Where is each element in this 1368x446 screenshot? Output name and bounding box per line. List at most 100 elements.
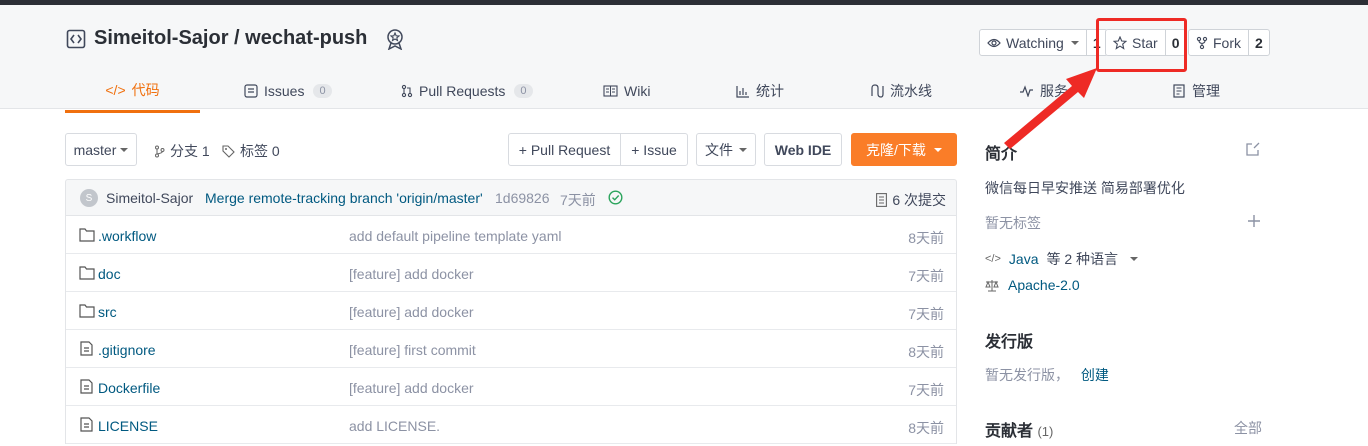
file-icon	[80, 417, 93, 432]
new-issue-button[interactable]: + Issue	[620, 133, 688, 166]
tags-link[interactable]: 标签 0	[222, 141, 280, 161]
watch-button[interactable]: Watching	[980, 30, 1087, 55]
fork-button-group: Fork 2	[1188, 29, 1270, 56]
avatar[interactable]: S	[80, 189, 98, 207]
repo-tabs: </> 代码 Issues 0 Pull Requests 0 Wiki 统计 …	[65, 69, 1365, 113]
chevron-down-icon	[1130, 257, 1139, 261]
tab-label: 管理	[1192, 83, 1220, 99]
file-name[interactable]: src	[98, 304, 117, 320]
tab-code[interactable]: </> 代码	[65, 69, 200, 113]
file-time: 7天前	[908, 382, 944, 398]
list-item[interactable]: .workflow add default pipeline template …	[66, 216, 956, 254]
manage-icon	[1173, 84, 1185, 98]
file-menu-button[interactable]: 文件	[696, 133, 756, 166]
file-name[interactable]: .workflow	[98, 228, 156, 244]
file-time: 7天前	[908, 268, 944, 284]
tab-stats[interactable]: 统计	[736, 69, 784, 113]
fork-button[interactable]: Fork	[1189, 30, 1249, 55]
tab-label: Pull Requests	[419, 83, 506, 99]
file-time: 8天前	[908, 344, 944, 360]
commit-author[interactable]: Simeitol-Sajor	[106, 190, 193, 206]
file-commit-message[interactable]: [feature] first commit	[349, 342, 476, 358]
license-row[interactable]: Apache-2.0	[985, 277, 1080, 293]
repo-title-block: Simeitol-Sajor / wechat-push	[66, 27, 405, 50]
file-time: 8天前	[908, 230, 944, 246]
all-contributors-link[interactable]: 全部	[1234, 418, 1262, 438]
tab-label: 服务	[1040, 83, 1068, 99]
file-icon	[80, 379, 93, 394]
repo-description: 微信每日早安推送 简易部署优化	[985, 180, 1185, 196]
tab-issues[interactable]: Issues 0	[244, 69, 332, 113]
stats-icon	[736, 85, 749, 98]
file-name[interactable]: .gitignore	[98, 342, 156, 358]
file-commit-message[interactable]: add LICENSE.	[349, 418, 440, 434]
tab-manage[interactable]: 管理	[1173, 69, 1220, 113]
tab-pipeline[interactable]: 流水线	[870, 69, 932, 113]
file-commit-message[interactable]: add default pipeline template yaml	[349, 228, 561, 244]
language-name: Java	[1008, 251, 1039, 267]
check-circle-icon[interactable]	[608, 190, 623, 205]
file-commit-message[interactable]: [feature] add docker	[349, 380, 474, 396]
tab-label: Wiki	[624, 83, 651, 99]
create-release-link[interactable]: 创建	[1081, 367, 1109, 383]
file-time: 7天前	[908, 306, 944, 322]
list-item[interactable]: src [feature] add docker 7天前	[66, 292, 956, 330]
file-time: 8天前	[908, 420, 944, 436]
license-name: Apache-2.0	[1008, 277, 1080, 293]
list-item[interactable]: LICENSE add LICENSE. 8天前	[66, 406, 956, 444]
add-tag-icon[interactable]	[1247, 214, 1261, 228]
tab-label: Issues	[264, 83, 305, 99]
branch-select-value: master	[73, 141, 117, 158]
contributors-title: 贡献者	[985, 423, 1034, 440]
tab-wiki[interactable]: Wiki	[603, 69, 650, 113]
commit-count-link[interactable]: 6 次提交	[876, 190, 946, 210]
tags-count: 标签 0	[240, 143, 280, 159]
list-item[interactable]: Dockerfile [feature] add docker 7天前	[66, 368, 956, 406]
folder-icon	[79, 304, 95, 318]
fork-count[interactable]: 2	[1249, 30, 1269, 55]
fork-label: Fork	[1213, 34, 1241, 51]
tab-label: 流水线	[890, 83, 932, 99]
file-commit-message[interactable]: [feature] add docker	[349, 304, 474, 320]
branch-select[interactable]: master	[65, 133, 137, 166]
branches-link[interactable]: 分支 1	[154, 141, 210, 161]
new-pull-request-button[interactable]: + Pull Request	[508, 133, 621, 166]
edit-icon[interactable]	[1245, 141, 1261, 157]
language-row[interactable]: </> Java 等 2 种语言	[985, 249, 1139, 269]
service-icon	[1020, 85, 1033, 97]
folder-icon	[79, 228, 95, 242]
pull-request-icon	[401, 84, 413, 98]
wiki-icon	[603, 85, 618, 97]
clone-download-button[interactable]: 克隆/下载	[851, 133, 957, 166]
list-item[interactable]: doc [feature] add docker 7天前	[66, 254, 956, 292]
code-icon: </>	[105, 81, 126, 98]
watch-button-group: Watching 1	[979, 29, 1108, 56]
no-tags-text: 暂无标签	[985, 215, 1041, 231]
commit-sha[interactable]: 1d69826	[495, 190, 550, 206]
file-commit-message[interactable]: [feature] add docker	[349, 266, 474, 282]
file-name[interactable]: doc	[98, 266, 121, 282]
recommend-badge-icon[interactable]	[385, 28, 405, 50]
tab-pull-requests[interactable]: Pull Requests 0	[401, 69, 533, 113]
new-pull-request-label: + Pull Request	[518, 141, 611, 158]
web-ide-button[interactable]: Web IDE	[764, 133, 842, 166]
chevron-down-icon	[933, 147, 942, 152]
list-item[interactable]: .gitignore [feature] first commit 8天前	[66, 330, 956, 368]
commit-message[interactable]: Merge remote-tracking branch 'origin/mas…	[205, 190, 483, 206]
intro-heading: 简介	[985, 146, 1018, 163]
tab-label: 统计	[756, 83, 784, 99]
issues-icon	[244, 84, 258, 98]
file-list: .workflow add default pipeline template …	[65, 216, 957, 444]
branch-icon	[155, 145, 165, 157]
file-name[interactable]: LICENSE	[98, 418, 158, 434]
pipeline-icon	[871, 84, 884, 98]
tab-service[interactable]: 服务	[1019, 69, 1068, 113]
repo-name[interactable]: Simeitol-Sajor / wechat-push	[94, 27, 367, 50]
commit-time: 7天前	[560, 192, 596, 208]
language-suffix: 等 2 种语言	[1046, 251, 1119, 267]
contributors-heading: 贡献者 (1)	[985, 417, 1053, 441]
watch-label: Watching	[1006, 34, 1064, 51]
contributors-count: (1)	[1037, 424, 1054, 439]
file-icon	[80, 341, 93, 356]
file-name[interactable]: Dockerfile	[98, 380, 160, 396]
